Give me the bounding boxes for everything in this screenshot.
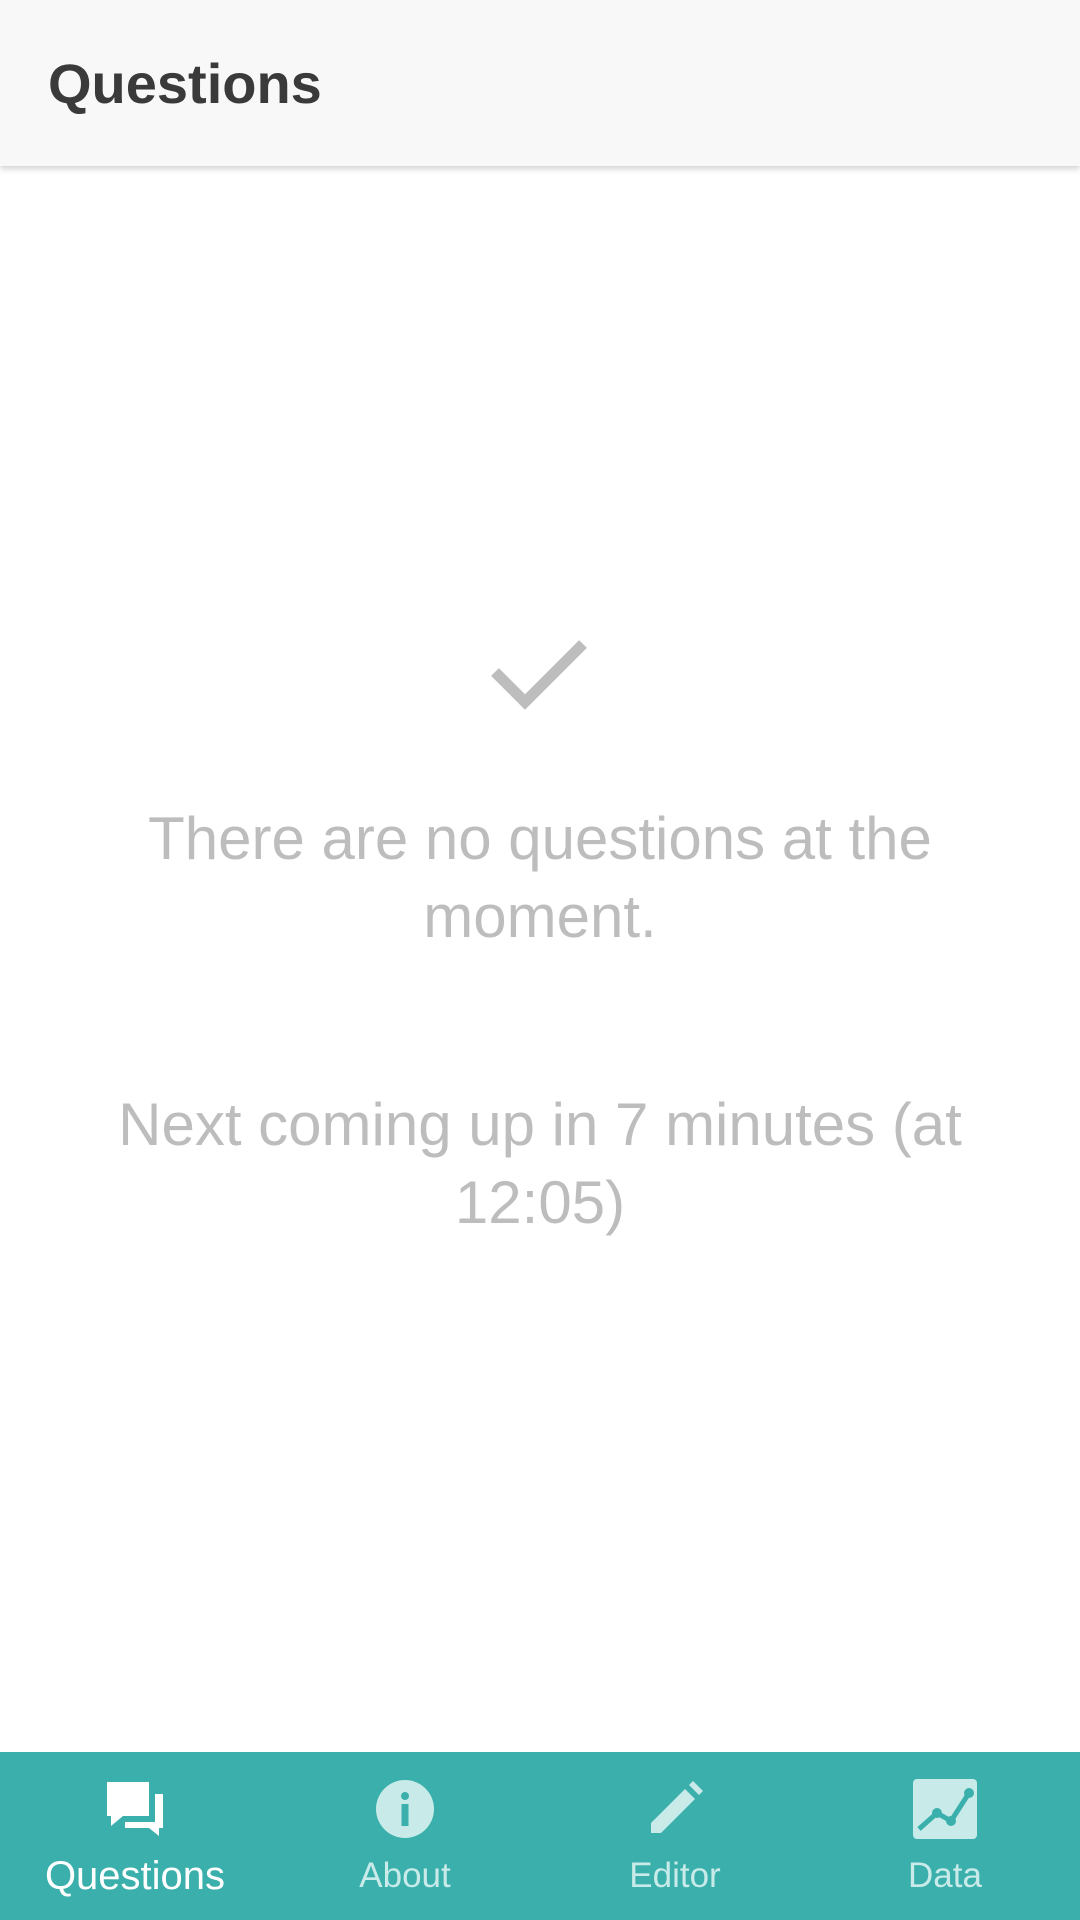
nav-label-data: Data <box>908 1856 982 1895</box>
next-question-message: Next coming up in 7 minutes (at 12:05) <box>118 1091 962 1236</box>
chat-icon <box>100 1776 170 1842</box>
empty-state: There are no questions at the moment. Ne… <box>60 630 1020 1242</box>
nav-item-questions[interactable]: Questions <box>0 1752 270 1920</box>
check-icon <box>491 640 587 710</box>
bottom-navigation: Questions About Editor Data <box>0 1752 1080 1920</box>
page-title: Questions <box>48 52 322 115</box>
nav-item-data[interactable]: Data <box>810 1752 1080 1920</box>
info-icon <box>370 1776 440 1842</box>
pencil-icon <box>640 1776 710 1842</box>
app-screen: Questions There are no questions at the … <box>0 0 1080 1920</box>
empty-message: There are no questions at the moment. <box>148 805 932 950</box>
app-bar: Questions <box>0 0 1080 166</box>
chart-icon <box>910 1776 980 1842</box>
nav-label-about: About <box>359 1856 451 1895</box>
nav-item-about[interactable]: About <box>270 1752 540 1920</box>
nav-label-editor: Editor <box>629 1856 721 1895</box>
nav-item-editor[interactable]: Editor <box>540 1752 810 1920</box>
nav-label-questions: Questions <box>44 1854 226 1898</box>
